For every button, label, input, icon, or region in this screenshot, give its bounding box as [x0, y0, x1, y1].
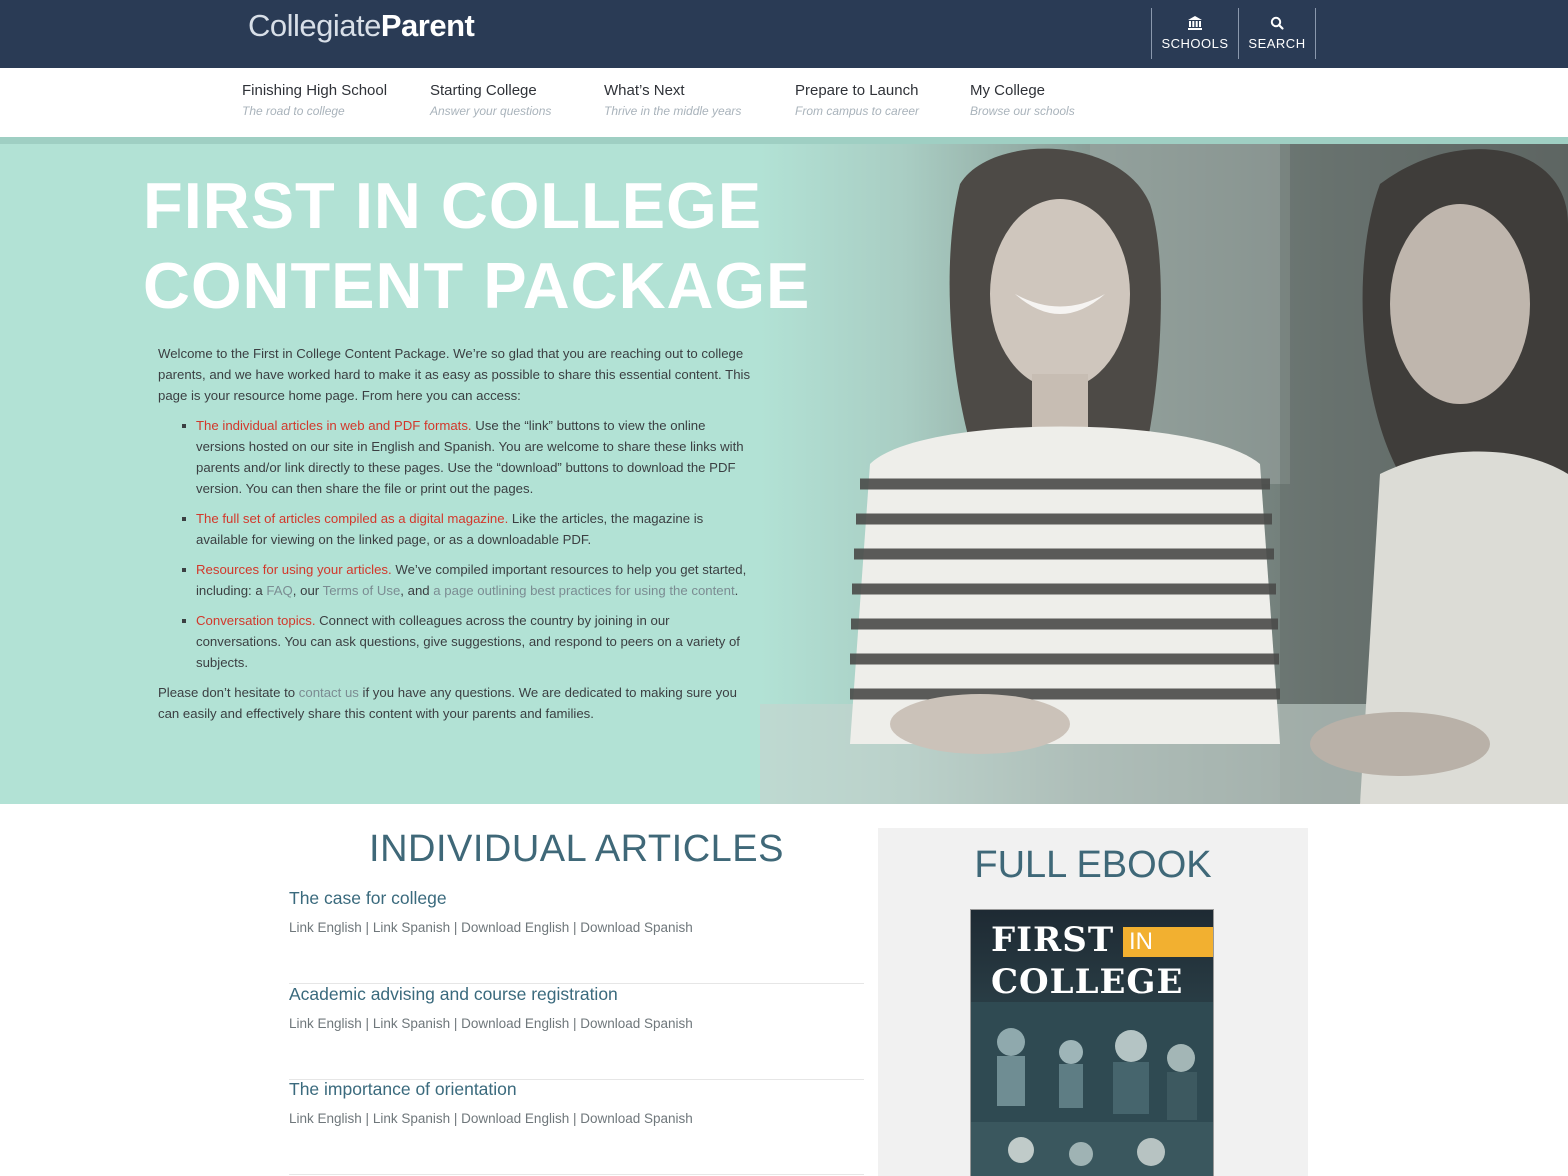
link-separator: | [569, 920, 581, 935]
contact-us-link[interactable]: contact us [299, 685, 359, 700]
link-separator: | [450, 920, 462, 935]
conversation-topics-link[interactable]: Conversation topics. [196, 613, 315, 628]
article-links: Link English | Link Spanish | Download E… [289, 1016, 864, 1031]
hero-intro: Welcome to the First in College Content … [158, 343, 758, 724]
individual-articles-heading: INDIVIDUAL ARTICLES [369, 828, 784, 870]
cover-title-first: FIRST [991, 920, 1115, 960]
nav-item-whats-next[interactable]: What’s Next Thrive in the middle years [604, 82, 741, 118]
outro-text: Please don’t hesitate to [158, 685, 299, 700]
bullet-text: , our [292, 583, 323, 598]
nav-divider [0, 137, 1568, 144]
nav-item-title: What’s Next [604, 82, 685, 99]
search-button[interactable]: SEARCH [1239, 8, 1316, 59]
article-links: Link English | Link Spanish | Download E… [289, 920, 864, 935]
individual-articles-link[interactable]: The individual articles in web and PDF f… [196, 418, 472, 433]
link-english[interactable]: Link English [289, 1111, 362, 1126]
nav-item-subtitle: Thrive in the middle years [604, 104, 742, 118]
header-actions: SCHOOLS SEARCH [1151, 8, 1316, 59]
link-separator: | [450, 1016, 462, 1031]
nav-item-my-college[interactable]: My College Browse our schools [970, 82, 1075, 118]
article-item: Academic advising and course registratio… [289, 984, 864, 1080]
article-title[interactable]: The importance of orientation [289, 1079, 864, 1100]
nav-item-title: My College [970, 82, 1046, 99]
bullet-conversation-topics: Conversation topics. Connect with collea… [158, 610, 758, 673]
nav-item-subtitle: Browse our schools [970, 104, 1075, 118]
schools-label: SCHOOLS [1161, 36, 1229, 51]
link-spanish[interactable]: Link Spanish [373, 1111, 450, 1126]
nav-item-finishing-high-school[interactable]: Finishing High School The road to colleg… [242, 82, 387, 118]
schools-button[interactable]: SCHOOLS [1152, 8, 1239, 59]
hero-title: FIRST IN COLLEGE CONTENT PACKAGE [143, 166, 810, 326]
logo-light-text: Collegiate [248, 8, 381, 43]
terms-of-use-link[interactable]: Terms of Use [323, 583, 401, 598]
link-spanish[interactable]: Link Spanish [373, 1016, 450, 1031]
download-spanish[interactable]: Download Spanish [580, 920, 693, 935]
nav-item-title: Prepare to Launch [795, 82, 919, 99]
nav-item-subtitle: The road to college [242, 104, 345, 118]
hero-title-line-1: FIRST IN COLLEGE [143, 169, 763, 242]
link-separator: | [361, 1111, 373, 1126]
hero-intro-paragraph: Welcome to the First in College Content … [158, 346, 751, 403]
cover-photo-collage [971, 1002, 1213, 1176]
nav-item-prepare-to-launch[interactable]: Prepare to Launch From campus to career [795, 82, 919, 118]
logo-bold-text: Parent [380, 8, 475, 43]
link-english[interactable]: Link English [289, 920, 362, 935]
download-english[interactable]: Download English [461, 1111, 569, 1126]
link-separator: | [569, 1111, 581, 1126]
download-spanish[interactable]: Download Spanish [580, 1016, 693, 1031]
link-separator: | [361, 1016, 373, 1031]
link-separator: | [569, 1016, 581, 1031]
cover-title-in: IN [1123, 927, 1213, 957]
download-english[interactable]: Download English [461, 920, 569, 935]
search-icon [1270, 16, 1284, 30]
hero-photo [760, 144, 1568, 804]
download-spanish[interactable]: Download Spanish [580, 1111, 693, 1126]
link-spanish[interactable]: Link Spanish [373, 920, 450, 935]
nav-item-subtitle: From campus to career [795, 104, 920, 118]
article-links: Link English | Link Spanish | Download E… [289, 1111, 864, 1126]
search-label: SEARCH [1248, 36, 1306, 51]
nav-item-subtitle: Answer your questions [430, 104, 552, 118]
full-ebook-heading: FULL EBOOK [974, 844, 1212, 886]
link-separator: | [361, 920, 373, 935]
article-title[interactable]: Academic advising and course registratio… [289, 984, 864, 1005]
link-english[interactable]: Link English [289, 1016, 362, 1031]
hero-banner: FIRST IN COLLEGE CONTENT PACKAGE Welcome… [0, 144, 1568, 804]
cover-title-college: COLLEGE [991, 962, 1184, 1002]
link-separator: | [450, 1111, 462, 1126]
download-english[interactable]: Download English [461, 1016, 569, 1031]
bank-icon [1188, 16, 1202, 30]
resources-link[interactable]: Resources for using your articles. [196, 562, 392, 577]
full-ebook-panel: FULL EBOOK FIRST IN COLLEGE [878, 828, 1308, 1176]
site-header: CollegiateParent SCHOOLS SEARCH [0, 0, 1568, 68]
hero-photo-illustration [760, 144, 1568, 804]
digital-magazine-link[interactable]: The full set of articles compiled as a d… [196, 511, 508, 526]
site-logo[interactable]: CollegiateParent [248, 8, 475, 44]
bullet-digital-magazine: The full set of articles compiled as a d… [158, 508, 758, 550]
nav-item-title: Starting College [430, 82, 537, 99]
faq-link[interactable]: FAQ [266, 583, 292, 598]
article-item: The importance of orientation Link Engli… [289, 1079, 864, 1175]
nav-item-title: Finishing High School [242, 82, 388, 99]
hero-outro-paragraph: Please don’t hesitate to contact us if y… [158, 682, 758, 724]
ebook-cover[interactable]: FIRST IN COLLEGE [970, 909, 1214, 1176]
main-nav: Finishing High School The road to colleg… [0, 68, 1568, 137]
article-title[interactable]: The case for college [289, 888, 864, 909]
article-item: The case for college Link English | Link… [289, 888, 864, 984]
bullet-text: . [734, 583, 739, 598]
hero-bullet-list: The individual articles in web and PDF f… [158, 415, 758, 673]
nav-item-starting-college[interactable]: Starting College Answer your questions [430, 82, 551, 118]
bullet-text: , and [400, 583, 434, 598]
bullet-resources: Resources for using your articles. We’ve… [158, 559, 758, 601]
bullet-individual-articles: The individual articles in web and PDF f… [158, 415, 758, 499]
best-practices-link[interactable]: a page outlining best practices for usin… [433, 583, 734, 598]
hero-title-line-2: CONTENT PACKAGE [143, 249, 811, 322]
